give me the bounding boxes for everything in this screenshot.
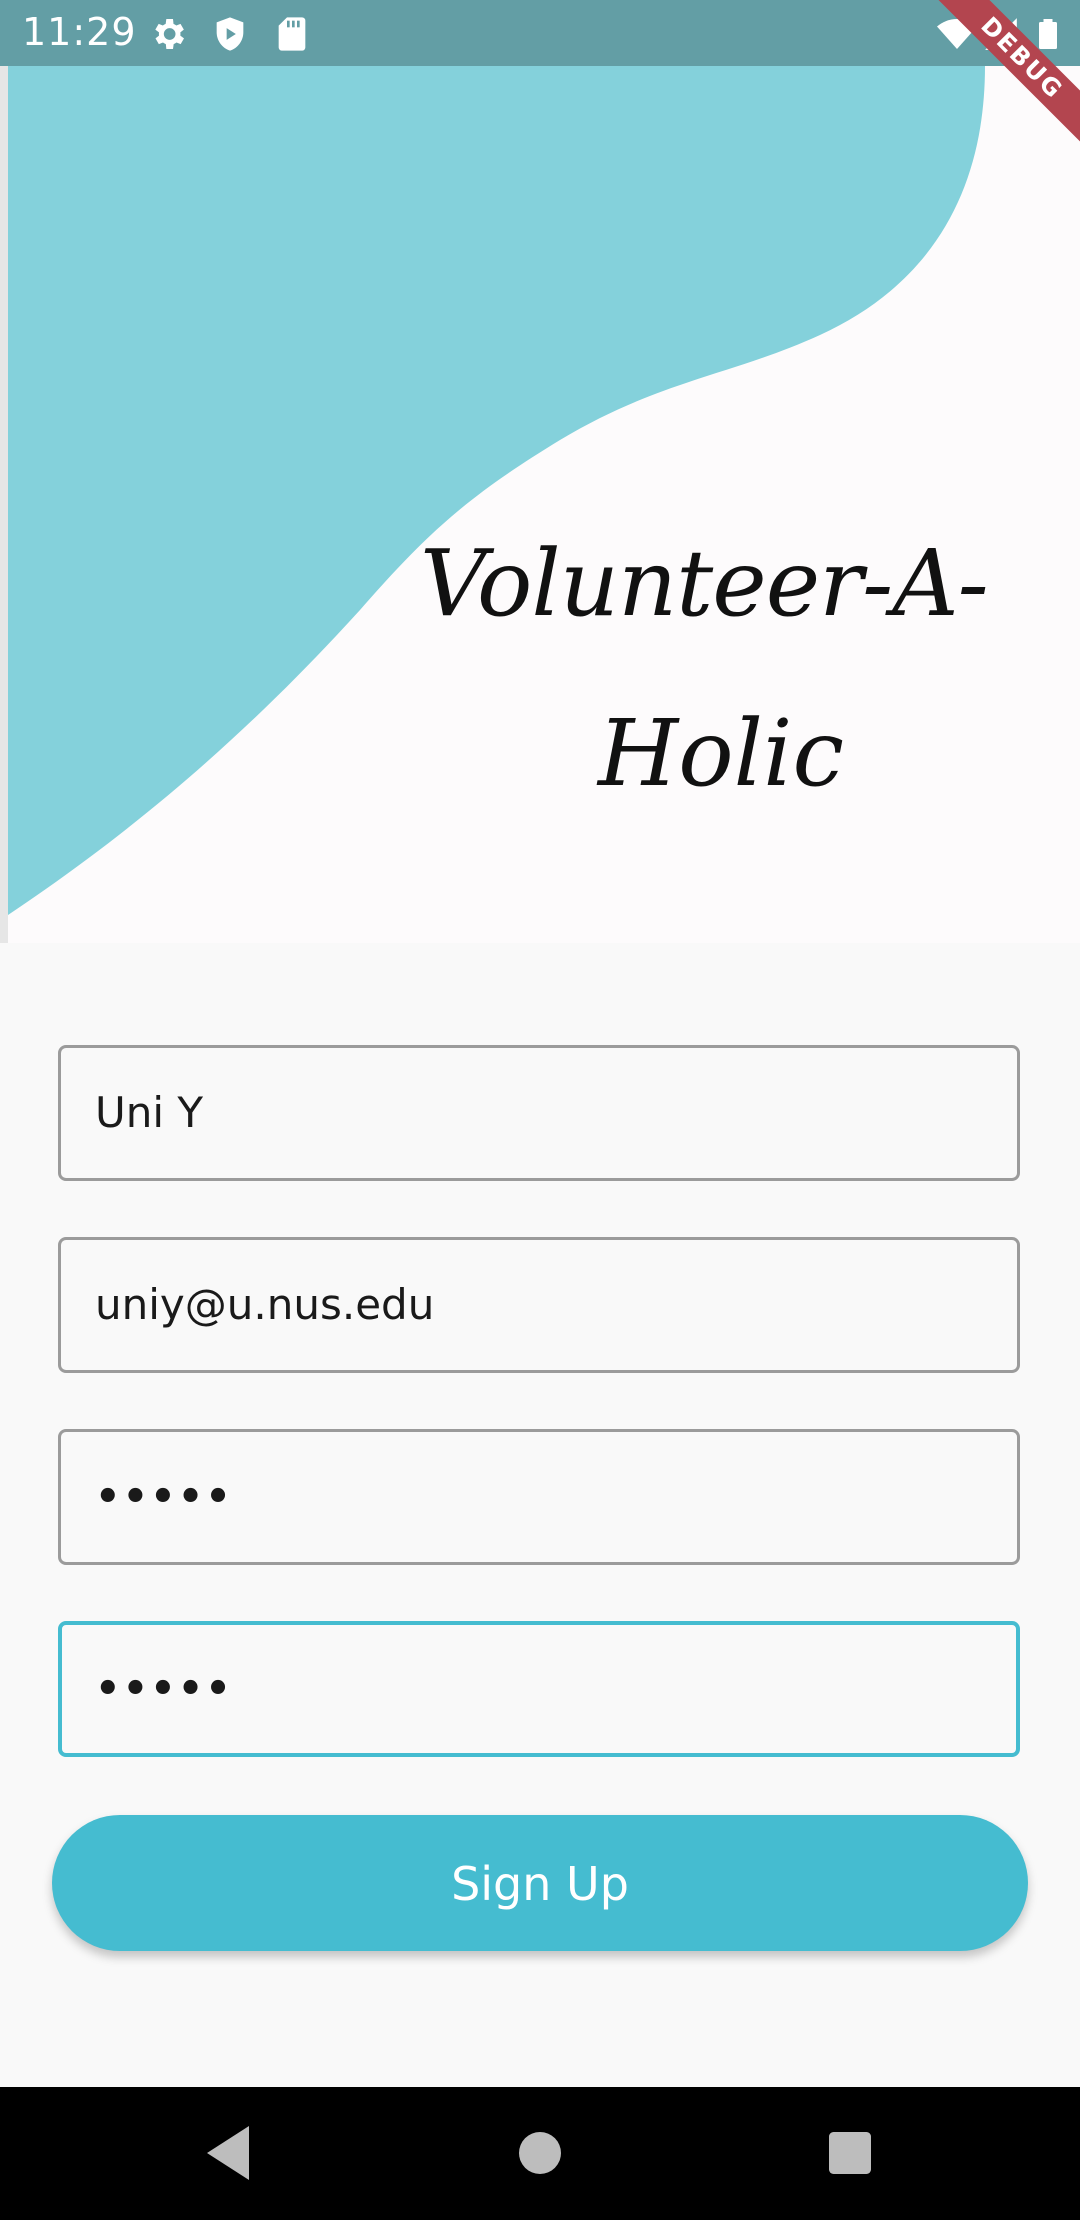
name-field[interactable]: Uni Y (58, 1045, 1020, 1181)
system-nav-bar (0, 2087, 1080, 2220)
shield-icon (216, 17, 244, 51)
name-field-value: Uni Y (95, 1088, 204, 1137)
email-field[interactable]: uniy@u.nus.edu (58, 1237, 1020, 1373)
brand-title-line1: Volunteer-A- (420, 530, 989, 637)
email-field-value: uniy@u.nus.edu (95, 1280, 435, 1329)
confirm-password-field[interactable]: ••••• (58, 1621, 1020, 1757)
brand-title-line2: Holic (598, 700, 844, 807)
status-time: 11:29 (22, 10, 137, 54)
recents-icon[interactable] (814, 2117, 886, 2189)
home-icon[interactable] (504, 2117, 576, 2189)
header-banner: Volunteer-A- Holic (0, 0, 1080, 943)
sd-card-icon (278, 17, 306, 51)
password-field[interactable]: ••••• (58, 1429, 1020, 1565)
confirm-password-field-value: ••••• (95, 1666, 233, 1712)
settings-icon (155, 19, 184, 49)
back-icon[interactable] (192, 2117, 264, 2189)
status-bar: 11:29 (0, 0, 1080, 66)
sign-up-button[interactable]: Sign Up (52, 1815, 1028, 1951)
header-blob (0, 0, 985, 943)
password-field-value: ••••• (95, 1474, 233, 1520)
